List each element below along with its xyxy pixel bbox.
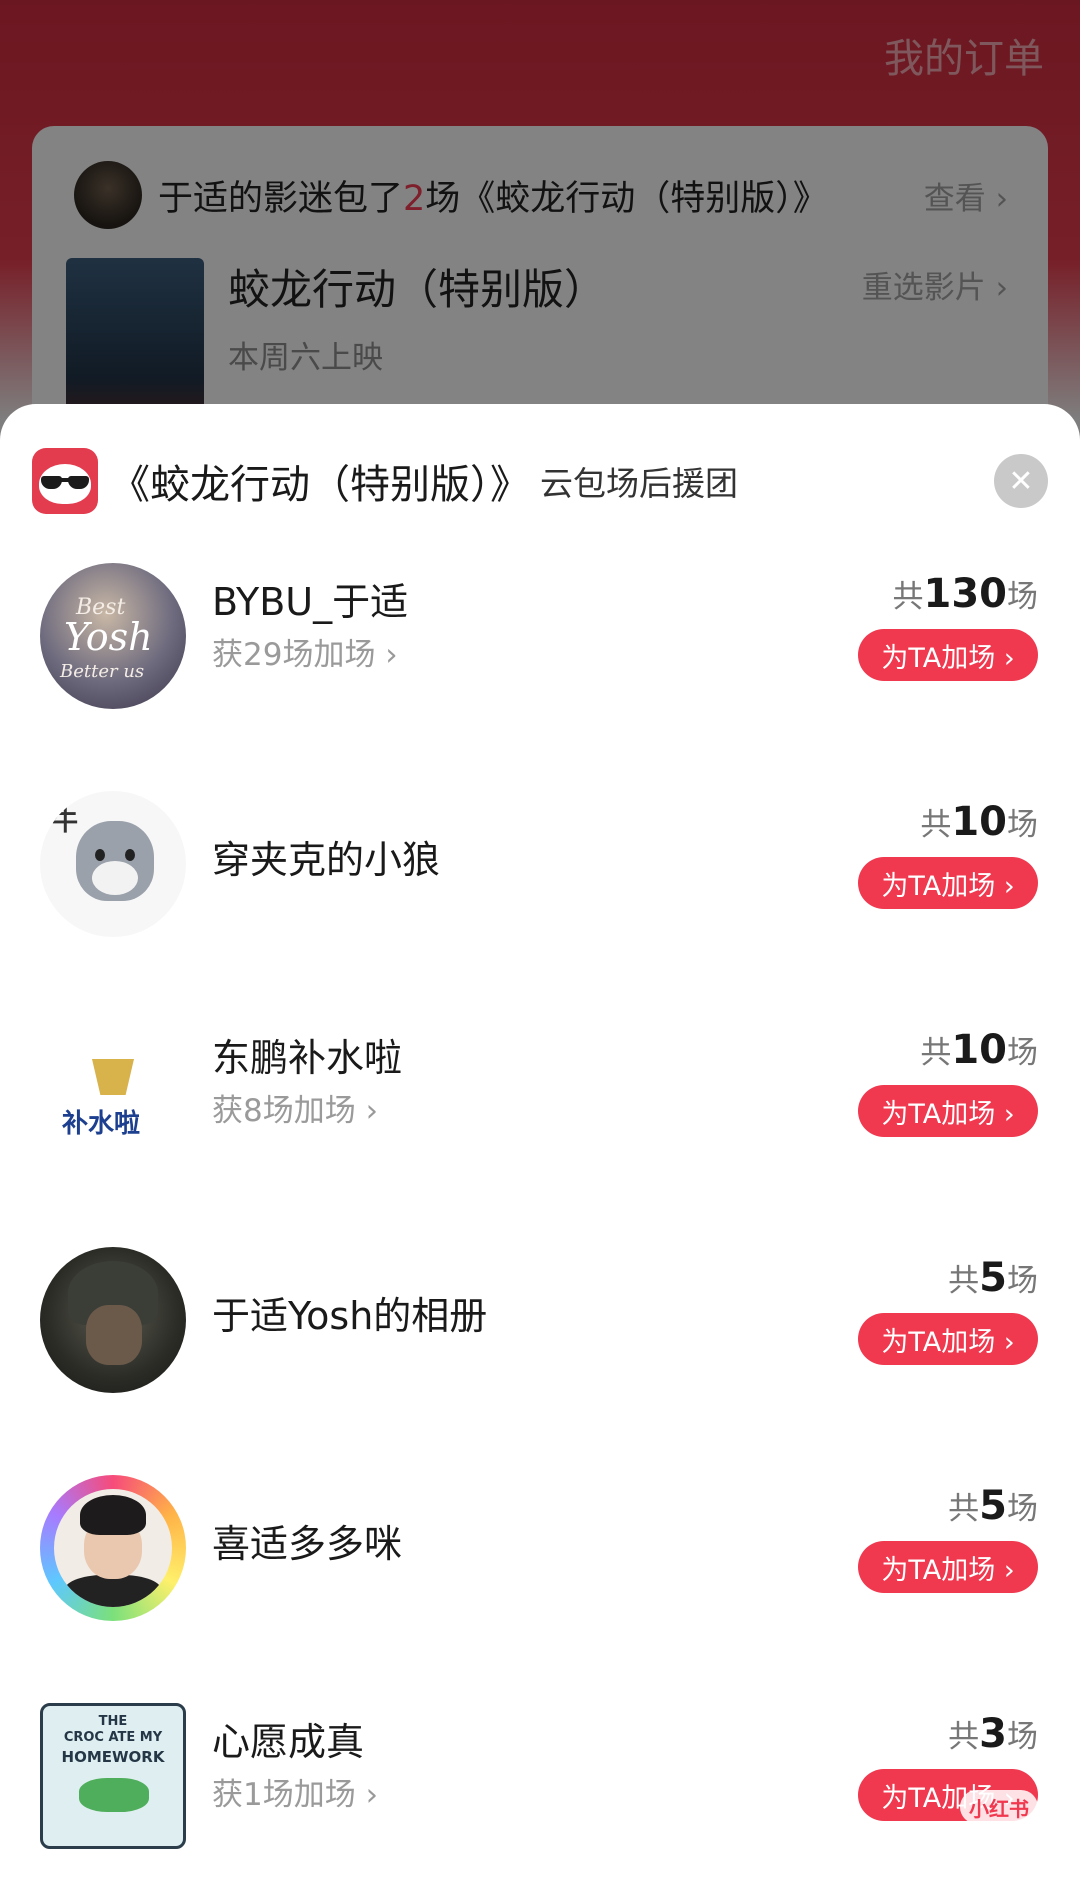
supporter-name[interactable]: 心愿成真 [212,1711,364,1766]
supporter-name[interactable]: BYBU_于适 [212,571,408,626]
avatar[interactable] [40,1475,186,1621]
total-shows: 共5场 [948,1255,1038,1301]
add-show-button[interactable]: 为TA加场 › [858,1541,1038,1593]
total-shows: 共10场 [920,1027,1038,1073]
app-logo-icon [32,448,98,514]
add-show-button[interactable]: 为TA加场 › [858,1313,1038,1365]
support-group-sheet: 《蛟龙行动（特别版）》 云包场后援团 ✕ Best Yosh Better us B… [0,404,1080,1900]
avatar[interactable]: Best Yosh Better us [40,563,186,709]
sheet-title: 《蛟龙行动（特别版）》 [110,462,530,508]
supporter-name[interactable]: 喜适多多咪 [212,1513,402,1568]
list-item: THE CROC ATE MY HOMEWORK 心愿成真 获1场加场 › 共3… [0,1689,1080,1900]
close-icon[interactable]: ✕ [994,454,1048,508]
add-show-button[interactable]: 为TA加场 › [858,857,1038,909]
avatar[interactable]: 牛 [40,791,186,937]
list-item: 于适Yosh的相册 共5场 为TA加场 › [0,1233,1080,1461]
list-item: 牛 穿夹克的小狼 共10场 为TA加场 › [0,777,1080,1005]
extra-shows-link[interactable]: 获8场加场 › [212,1085,378,1130]
supporter-name[interactable]: 于适Yosh的相册 [212,1285,487,1340]
list-item: 补水啦 东鹏补水啦 获8场加场 › 共10场 为TA加场 › [0,1005,1080,1233]
avatar[interactable]: THE CROC ATE MY HOMEWORK [40,1703,186,1849]
watermark-logo: 小红书 [960,1790,1038,1824]
sheet-subtitle: 云包场后援团 [540,464,738,503]
extra-shows-link[interactable]: 获29场加场 › [212,629,398,674]
supporter-name[interactable]: 穿夹克的小狼 [212,829,440,884]
sheet-header: 《蛟龙行动（特别版）》 云包场后援团 ✕ [32,446,1048,516]
total-shows: 共10场 [920,799,1038,845]
add-show-button[interactable]: 为TA加场 › [858,1085,1038,1137]
supporter-name[interactable]: 东鹏补水啦 [212,1027,402,1082]
list-item: Best Yosh Better us BYBU_于适 获29场加场 › 共130场… [0,549,1080,777]
avatar[interactable]: 补水啦 [40,1019,186,1165]
total-shows: 共3场 [948,1711,1038,1757]
supporter-list: Best Yosh Better us BYBU_于适 获29场加场 › 共130场… [0,549,1080,1900]
extra-shows-link[interactable]: 获1场加场 › [212,1769,378,1814]
total-shows: 共130场 [892,571,1039,617]
list-item: 喜适多多咪 共5场 为TA加场 › [0,1461,1080,1689]
total-shows: 共5场 [948,1483,1038,1529]
avatar[interactable] [40,1247,186,1393]
add-show-button[interactable]: 为TA加场 › [858,629,1038,681]
